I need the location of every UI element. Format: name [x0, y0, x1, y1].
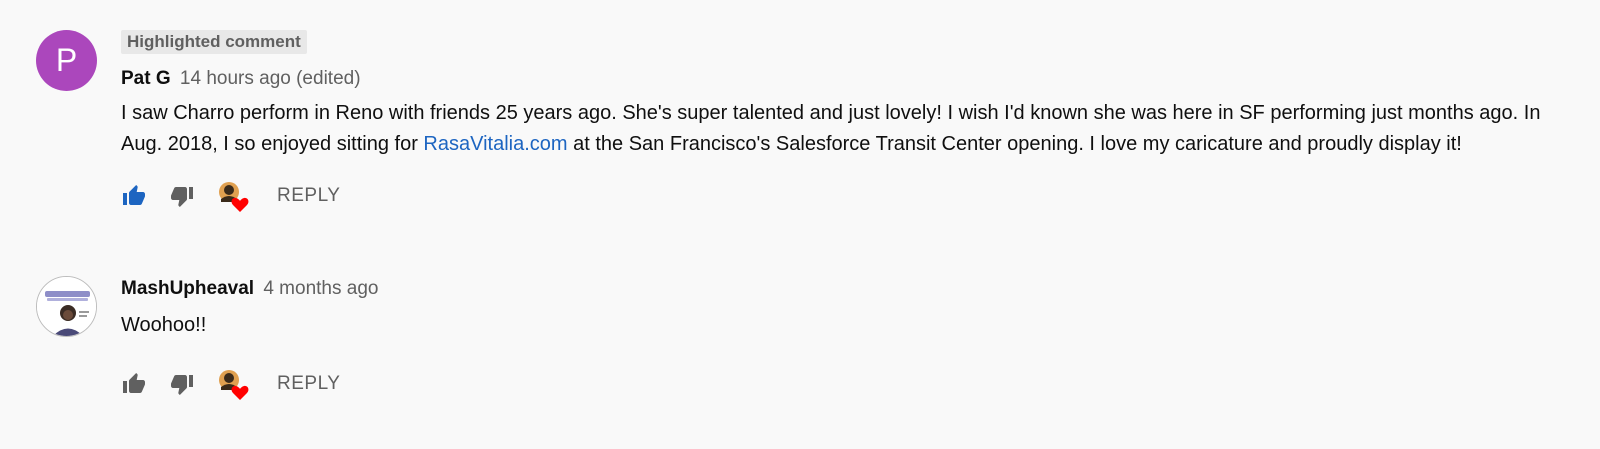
comment-actions: REPLY: [121, 178, 1560, 214]
comment-text: Woohoo!!: [121, 314, 207, 336]
author-name[interactable]: Pat G: [121, 68, 171, 89]
author-name[interactable]: MashUpheaval: [121, 278, 254, 299]
avatar[interactable]: P: [36, 30, 97, 91]
reply-button[interactable]: REPLY: [277, 366, 340, 402]
highlighted-comment-badge: Highlighted comment: [121, 30, 307, 54]
comment-body: MashUpheaval 4 months ago Woohoo!! REPLY: [121, 276, 1560, 402]
thumb-up-icon[interactable]: [121, 371, 147, 397]
comment-body: Highlighted comment Pat G 14 hours ago (…: [121, 30, 1560, 214]
comment-header: Pat G 14 hours ago (edited): [121, 66, 1560, 92]
comment-timestamp[interactable]: 14 hours ago (edited): [180, 68, 361, 89]
reply-button[interactable]: REPLY: [277, 178, 340, 214]
comments-section: P Highlighted comment Pat G 14 hours ago…: [0, 0, 1600, 449]
comment-text: I saw Charro perform in Reno with friend…: [121, 98, 1551, 160]
creator-heart-icon: [217, 179, 251, 213]
comment-header: MashUpheaval 4 months ago: [121, 276, 1560, 302]
avatar[interactable]: [36, 276, 97, 337]
comment-actions: REPLY: [121, 366, 1560, 402]
creator-heart-icon: [217, 367, 251, 401]
thumb-down-icon[interactable]: [169, 371, 195, 397]
thumb-down-icon[interactable]: [169, 183, 195, 209]
comment-link[interactable]: RasaVitalia.com: [423, 133, 567, 155]
comment-timestamp[interactable]: 4 months ago: [263, 278, 378, 299]
comment-text-part: at the San Francisco's Salesforce Transi…: [567, 133, 1462, 155]
thumb-up-icon[interactable]: [121, 183, 147, 209]
